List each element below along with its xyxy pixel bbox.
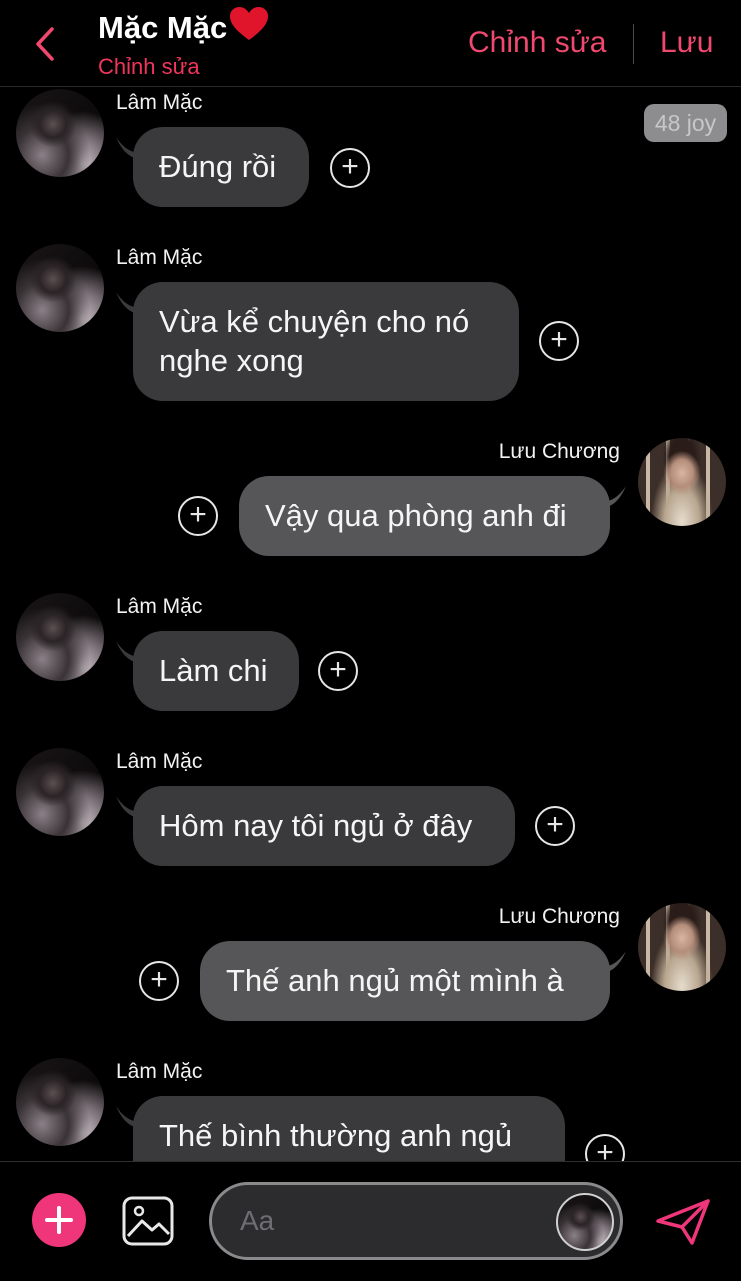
message-text: Đúng rồi	[159, 149, 277, 184]
add-reaction-button[interactable]: +	[178, 496, 218, 536]
add-reaction-button[interactable]: +	[330, 148, 370, 188]
chat-title-text: Mặc Mặc	[98, 10, 228, 45]
message-text: Hôm nay tôi ngủ ở đây	[159, 808, 473, 843]
sender-name: Lâm Mặc	[116, 1060, 203, 1083]
avatar[interactable]	[638, 903, 726, 991]
message-text: Thế bình thường anh ngủ	[159, 1118, 513, 1153]
avatar[interactable]	[16, 1058, 104, 1146]
message-text: Thế anh ngủ một mình à	[226, 963, 564, 998]
add-reaction-button[interactable]: +	[139, 961, 179, 1001]
message-bubble[interactable]: Đúng rồi	[133, 127, 309, 207]
back-chevron-icon[interactable]	[28, 24, 62, 64]
message-text: Làm chi	[159, 653, 268, 688]
chat-title[interactable]: Mặc Mặc	[98, 6, 269, 46]
message-bubble[interactable]: Thế anh ngủ một mình à	[200, 941, 610, 1021]
message-bubble[interactable]: Vừa kể chuyện cho nó nghe xong	[133, 282, 519, 401]
sender-name: Lâm Mặc	[116, 595, 203, 618]
message-bubble[interactable]: Vậy qua phòng anh đi	[239, 476, 610, 556]
image-icon[interactable]	[122, 1196, 174, 1246]
edit-button[interactable]: Chỉnh sửa	[468, 26, 607, 60]
message-text-line: Vừa kể chuyện cho nó	[159, 304, 470, 339]
avatar[interactable]	[638, 438, 726, 526]
plus-icon	[45, 1206, 73, 1234]
message-input-placeholder: Aa	[240, 1205, 275, 1236]
heart-icon	[230, 7, 269, 40]
save-button[interactable]: Lưu	[660, 26, 713, 60]
add-reaction-button[interactable]: +	[535, 806, 575, 846]
avatar[interactable]	[16, 244, 104, 332]
composer-bar: Aa	[0, 1161, 741, 1281]
header-divider	[633, 24, 634, 64]
sender-name: Lưu Chương	[498, 905, 620, 928]
input-avatar[interactable]	[556, 1193, 614, 1251]
sender-name: Lâm Mặc	[116, 246, 203, 269]
add-attachment-button[interactable]	[32, 1193, 86, 1247]
avatar[interactable]	[16, 593, 104, 681]
avatar[interactable]	[16, 89, 104, 177]
message-input[interactable]: Aa	[209, 1182, 623, 1260]
add-reaction-button[interactable]: +	[585, 1134, 625, 1161]
message-text-line: nghe xong	[159, 343, 304, 378]
message-list[interactable]: 48 joy Lâm Mặc Đúng rồi + Lâm Mặc Vừa kể…	[0, 87, 741, 1161]
sender-name: Lưu Chương	[498, 440, 620, 463]
add-reaction-button[interactable]: +	[539, 321, 579, 361]
message-bubble[interactable]: Thế bình thường anh ngủ	[133, 1096, 565, 1161]
add-reaction-button[interactable]: +	[318, 651, 358, 691]
sender-name: Lâm Mặc	[116, 91, 203, 114]
chat-header: Mặc Mặc Chỉnh sửa Chỉnh sửa Lưu	[0, 0, 741, 87]
send-icon[interactable]	[654, 1197, 712, 1247]
avatar[interactable]	[16, 748, 104, 836]
message-text: Vậy qua phòng anh đi	[265, 498, 567, 533]
message-bubble[interactable]: Hôm nay tôi ngủ ở đây	[133, 786, 515, 866]
chat-subtitle[interactable]: Chỉnh sửa	[98, 54, 200, 80]
sender-name: Lâm Mặc	[116, 750, 203, 773]
message-bubble[interactable]: Làm chi	[133, 631, 299, 711]
joy-badge: 48 joy	[644, 104, 727, 142]
